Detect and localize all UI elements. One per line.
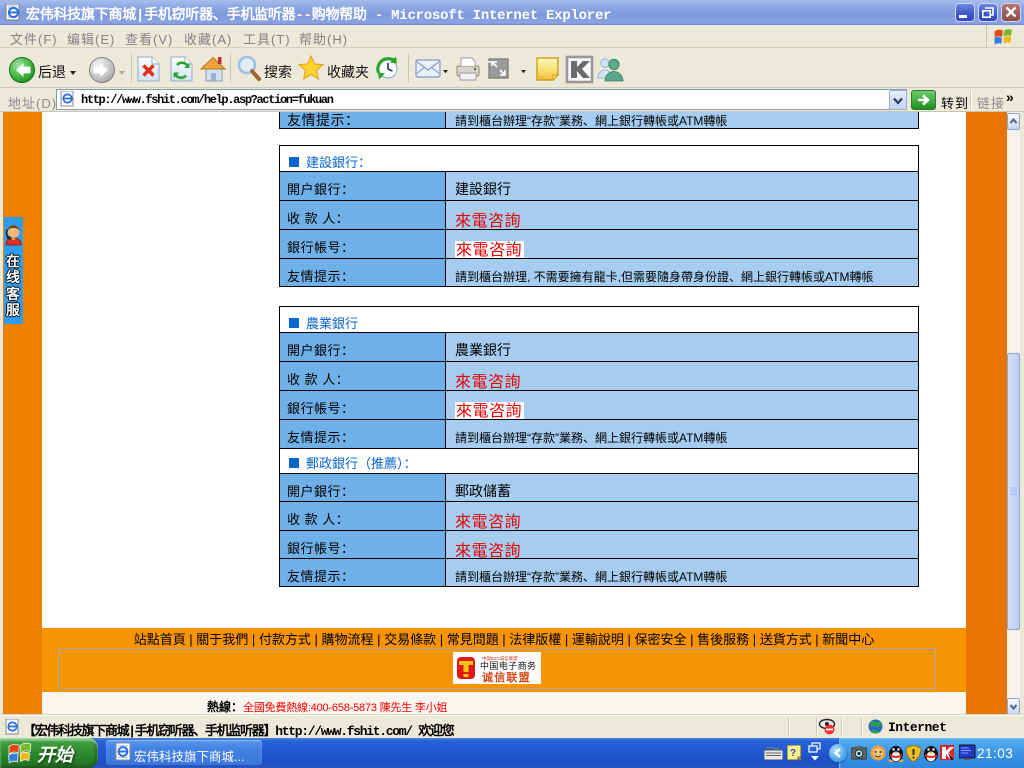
svg-text:?: ? (790, 748, 796, 759)
svg-text:中国电子商务: 中国电子商务 (480, 660, 536, 671)
svg-text:诚信联盟: 诚信联盟 (482, 670, 531, 684)
